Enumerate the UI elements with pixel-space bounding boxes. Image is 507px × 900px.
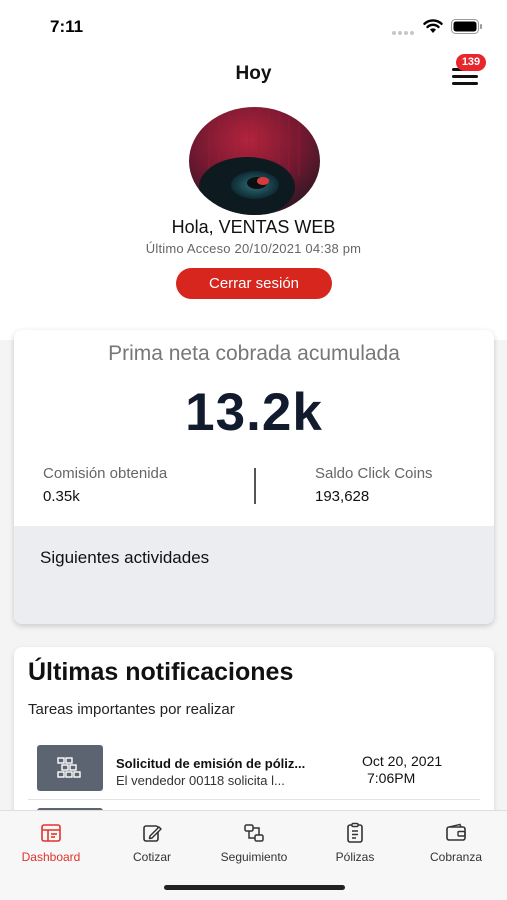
notification-date: Oct 20, 2021	[362, 753, 443, 769]
stats-divider	[254, 468, 256, 504]
tab-seguimiento[interactable]: Seguimiento	[208, 811, 300, 873]
policy-icon	[347, 822, 363, 843]
coins-label: Saldo Click Coins	[315, 465, 433, 482]
divider	[28, 799, 480, 800]
activities-label: Siguientes actividades	[40, 548, 210, 567]
tab-label: Cotizar	[132, 850, 171, 864]
tab-label: Pólizas	[335, 850, 375, 864]
tab-label: Cobranza	[429, 850, 483, 864]
avatar	[189, 107, 320, 215]
grid-icon	[57, 757, 81, 778]
hamburger-icon-bar	[452, 75, 478, 78]
notifications-subtitle: Tareas importantes por realizar	[28, 701, 235, 718]
edit-icon	[143, 825, 162, 842]
last-access: Último Acceso 20/10/2021 04:38 pm	[145, 241, 362, 256]
signal-icon	[392, 22, 418, 35]
stats-title: Prima neta cobrada acumulada	[108, 342, 400, 365]
greeting: Hola, VENTAS WEB	[171, 217, 336, 237]
tab-polizas[interactable]: Pólizas	[316, 811, 394, 873]
dashboard-icon	[41, 824, 61, 842]
page-title: Hoy	[235, 63, 272, 84]
notification-body: El vendedor 00118 solicita l...	[116, 773, 285, 788]
tab-cobranza[interactable]: Cobranza	[412, 811, 500, 873]
notifications-title: Últimas notificaciones	[28, 658, 294, 686]
wifi-icon	[423, 19, 443, 33]
commission-label: Comisión obtenida	[43, 465, 168, 482]
activities-panel[interactable]: Siguientes actividades	[14, 526, 494, 624]
notifications-card: Últimas notificaciones Tareas importante…	[14, 647, 494, 838]
notification-time: 7:06PM	[367, 770, 416, 786]
stats-value: 13.2k	[185, 383, 323, 442]
notification-thumbnail	[37, 745, 103, 791]
commission-value: 0.35k	[43, 488, 80, 505]
notification-count-badge: 139	[456, 54, 486, 71]
tracking-icon	[244, 824, 264, 842]
home-indicator	[164, 885, 345, 890]
status-bar: 7:11	[0, 0, 507, 50]
status-time: 7:11	[50, 17, 84, 36]
coins-value: 193,628	[315, 488, 370, 505]
notification-title: Solicitud de emisión de póliz...	[116, 756, 306, 771]
tab-cotizar[interactable]: Cotizar	[112, 811, 192, 873]
logout-button[interactable]: Cerrar sesión	[176, 268, 332, 299]
tab-label: Seguimiento	[220, 850, 288, 864]
battery-icon	[451, 19, 482, 34]
stats-card: Prima neta cobrada acumulada 13.2k Comis…	[14, 330, 494, 624]
avatar-image	[189, 107, 320, 215]
hamburger-icon-bar	[452, 82, 478, 85]
tab-label: Dashboard	[21, 850, 81, 864]
tab-dashboard[interactable]: Dashboard	[6, 811, 96, 873]
wallet-icon	[446, 823, 466, 841]
notification-item[interactable]: Solicitud de emisión de póliz... El vend…	[28, 737, 480, 800]
